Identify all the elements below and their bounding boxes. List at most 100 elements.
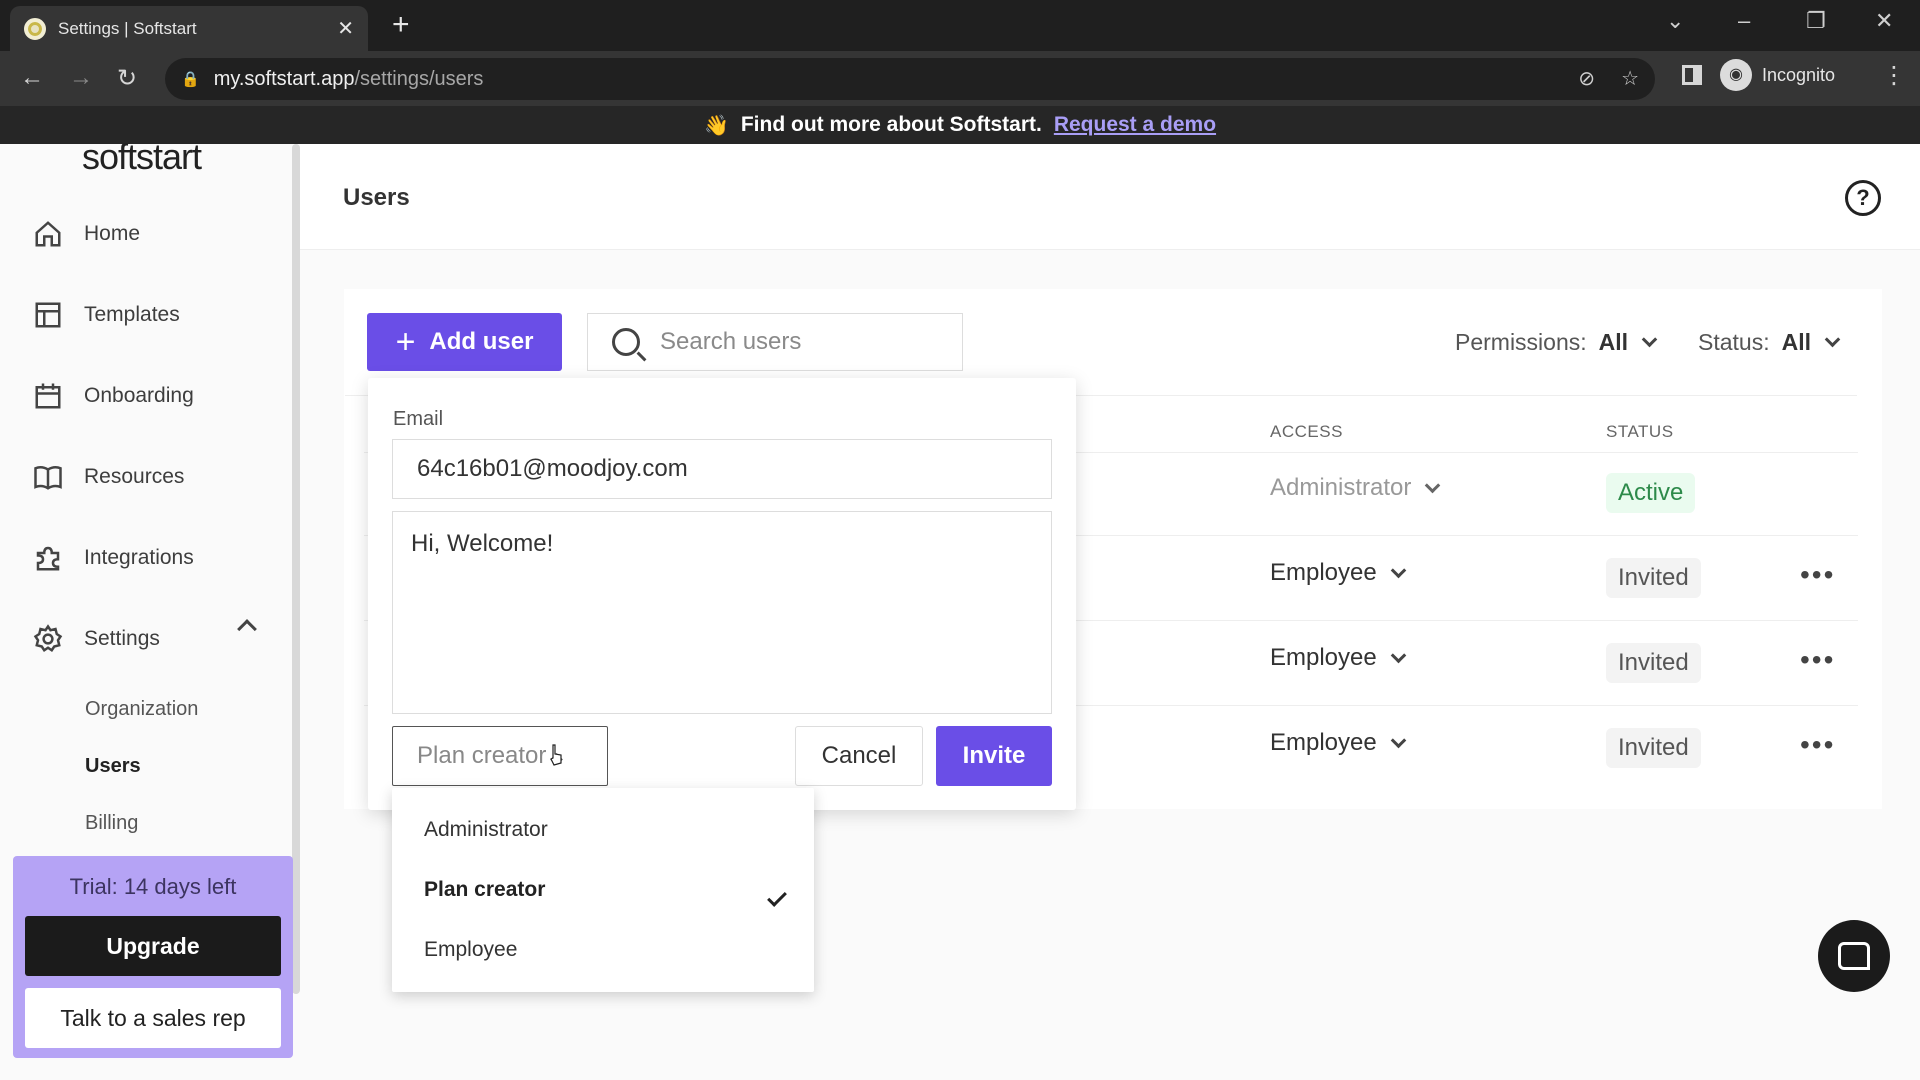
access-value: Administrator bbox=[1270, 474, 1412, 501]
reload-icon[interactable]: ↻ bbox=[117, 64, 137, 93]
search-icon bbox=[612, 328, 640, 356]
plus-icon: + bbox=[395, 323, 416, 361]
sidebar-item-label: Templates bbox=[84, 303, 180, 326]
status-value: All bbox=[1781, 329, 1811, 355]
incognito-label: Incognito bbox=[1762, 64, 1836, 85]
back-icon[interactable]: ← bbox=[20, 64, 44, 92]
sidebar-item-label: Settings bbox=[84, 627, 160, 650]
sidebar-item-templates[interactable]: Templates bbox=[32, 295, 180, 335]
forward-icon[interactable]: → bbox=[69, 64, 93, 92]
access-value: Employee bbox=[1270, 644, 1377, 671]
sidebar-item-label: Home bbox=[84, 222, 141, 245]
new-tab-button[interactable]: + bbox=[392, 10, 410, 40]
home-icon bbox=[32, 218, 64, 250]
permissions-value: All bbox=[1598, 329, 1629, 355]
email-label: Email bbox=[393, 408, 444, 430]
sidebar-subitem-organization[interactable]: Organization bbox=[85, 698, 198, 721]
role-dropdown: Administrator Plan creator Employee bbox=[392, 788, 814, 992]
tab-title: Settings | Softstart bbox=[58, 18, 197, 38]
browser-menu-icon[interactable]: ⋮ bbox=[1882, 61, 1906, 90]
access-select[interactable]: Administrator bbox=[1270, 474, 1441, 502]
request-demo-link[interactable]: Request a demo bbox=[1054, 113, 1216, 137]
sidebar-scrollbar[interactable] bbox=[292, 144, 300, 994]
more-options-icon[interactable]: ••• bbox=[1800, 559, 1835, 591]
star-icon[interactable]: ☆ bbox=[1621, 66, 1639, 91]
sidebar-item-resources[interactable]: Resources bbox=[32, 457, 184, 497]
add-user-label: Add user bbox=[429, 328, 534, 355]
access-value: Employee bbox=[1270, 559, 1377, 586]
sidebar-item-onboarding[interactable]: Onboarding bbox=[32, 376, 194, 416]
column-header-access: ACCESS bbox=[1270, 422, 1343, 441]
logo[interactable]: softstart bbox=[82, 136, 202, 178]
chevron-down-icon bbox=[1390, 562, 1407, 578]
permissions-label: Permissions: bbox=[1455, 329, 1587, 355]
calendar-icon bbox=[32, 380, 64, 412]
sidebar-item-integrations[interactable]: Integrations bbox=[32, 538, 194, 578]
chevron-down-icon bbox=[1390, 732, 1407, 748]
chat-icon bbox=[1838, 942, 1870, 970]
sidebar: softstart Home Templates Onboarding Reso… bbox=[0, 136, 300, 1080]
incognito-profile[interactable]: ◉ Incognito bbox=[1720, 59, 1835, 91]
restore-icon[interactable]: ❐ bbox=[1806, 8, 1826, 34]
gear-icon bbox=[32, 623, 64, 655]
trial-panel: Trial: 14 days left Upgrade Talk to a sa… bbox=[13, 856, 293, 1058]
access-select[interactable]: Employee bbox=[1270, 729, 1407, 757]
chat-launcher-button[interactable] bbox=[1818, 920, 1890, 992]
chevron-down-icon bbox=[1390, 647, 1407, 663]
sidebar-item-home[interactable]: Home bbox=[32, 214, 140, 254]
status-badge: Active bbox=[1606, 473, 1696, 513]
role-option-employee[interactable]: Employee bbox=[424, 938, 517, 962]
sidebar-item-label: Integrations bbox=[84, 546, 194, 569]
checkmark-icon bbox=[767, 887, 787, 907]
sidebar-item-label: Onboarding bbox=[84, 384, 194, 407]
search-input[interactable]: Search users bbox=[587, 313, 963, 371]
add-user-button[interactable]: + Add user bbox=[367, 313, 562, 371]
incognito-icon: ◉ bbox=[1720, 59, 1752, 91]
access-select[interactable]: Employee bbox=[1270, 559, 1407, 587]
access-select[interactable]: Employee bbox=[1270, 644, 1407, 672]
role-option-administrator[interactable]: Administrator bbox=[424, 818, 548, 842]
role-select[interactable]: Plan creator bbox=[392, 726, 608, 786]
chevron-down-icon bbox=[1641, 331, 1658, 348]
chevron-up-icon[interactable] bbox=[237, 619, 257, 639]
welcome-message-field[interactable]: Hi, Welcome! bbox=[392, 511, 1052, 714]
wave-emoji: 👋 bbox=[703, 114, 729, 137]
minimize-icon[interactable]: – bbox=[1738, 8, 1750, 34]
email-field[interactable]: 64c16b01@moodjoy.com bbox=[392, 439, 1052, 499]
more-options-icon[interactable]: ••• bbox=[1800, 729, 1835, 761]
browser-toolbar: ← → ↻ 🔒 my.softstart.app/settings/users … bbox=[0, 51, 1920, 106]
talk-to-sales-button[interactable]: Talk to a sales rep bbox=[25, 988, 281, 1048]
sidebar-subitem-users[interactable]: Users bbox=[85, 755, 141, 778]
chevron-down-icon bbox=[1824, 331, 1841, 348]
invite-user-popover: Email 64c16b01@moodjoy.com Hi, Welcome! … bbox=[368, 378, 1076, 810]
eye-off-icon[interactable]: ⊘ bbox=[1578, 66, 1595, 91]
browser-tab[interactable]: Settings | Softstart ✕ bbox=[10, 6, 368, 51]
sidebar-item-label: Resources bbox=[84, 465, 185, 488]
status-badge: Invited bbox=[1606, 643, 1701, 683]
invite-button[interactable]: Invite bbox=[936, 726, 1052, 786]
browser-tabbar: Settings | Softstart ✕ + ⌄ – ❐ ✕ bbox=[0, 0, 1920, 51]
role-option-plan-creator[interactable]: Plan creator bbox=[424, 878, 545, 902]
window-close-icon[interactable]: ✕ bbox=[1875, 8, 1893, 34]
role-select-value: Plan creator bbox=[417, 742, 547, 769]
status-filter[interactable]: Status: All bbox=[1698, 329, 1841, 356]
favicon-icon bbox=[24, 17, 46, 40]
search-placeholder: Search users bbox=[660, 328, 802, 355]
sidebar-item-settings[interactable]: Settings bbox=[32, 619, 160, 659]
promo-banner: 👋 Find out more about Softstart. Request… bbox=[0, 106, 1920, 144]
status-badge: Invited bbox=[1606, 728, 1701, 768]
tab-search-icon[interactable]: ⌄ bbox=[1666, 8, 1684, 34]
permissions-filter[interactable]: Permissions: All bbox=[1455, 329, 1658, 356]
cancel-button[interactable]: Cancel bbox=[795, 726, 923, 786]
sidebar-subitem-billing[interactable]: Billing bbox=[85, 812, 138, 835]
address-bar[interactable]: 🔒 my.softstart.app/settings/users ⊘ ☆ bbox=[165, 58, 1655, 100]
status-badge: Invited bbox=[1606, 558, 1701, 598]
more-options-icon[interactable]: ••• bbox=[1800, 644, 1835, 676]
lock-icon: 🔒 bbox=[181, 71, 200, 88]
help-icon[interactable]: ? bbox=[1845, 180, 1881, 216]
hand-cursor-icon bbox=[550, 744, 562, 766]
upgrade-button[interactable]: Upgrade bbox=[25, 916, 281, 976]
layout-icon bbox=[32, 299, 64, 331]
side-panel-icon[interactable] bbox=[1682, 65, 1702, 85]
tab-close-icon[interactable]: ✕ bbox=[337, 16, 354, 41]
